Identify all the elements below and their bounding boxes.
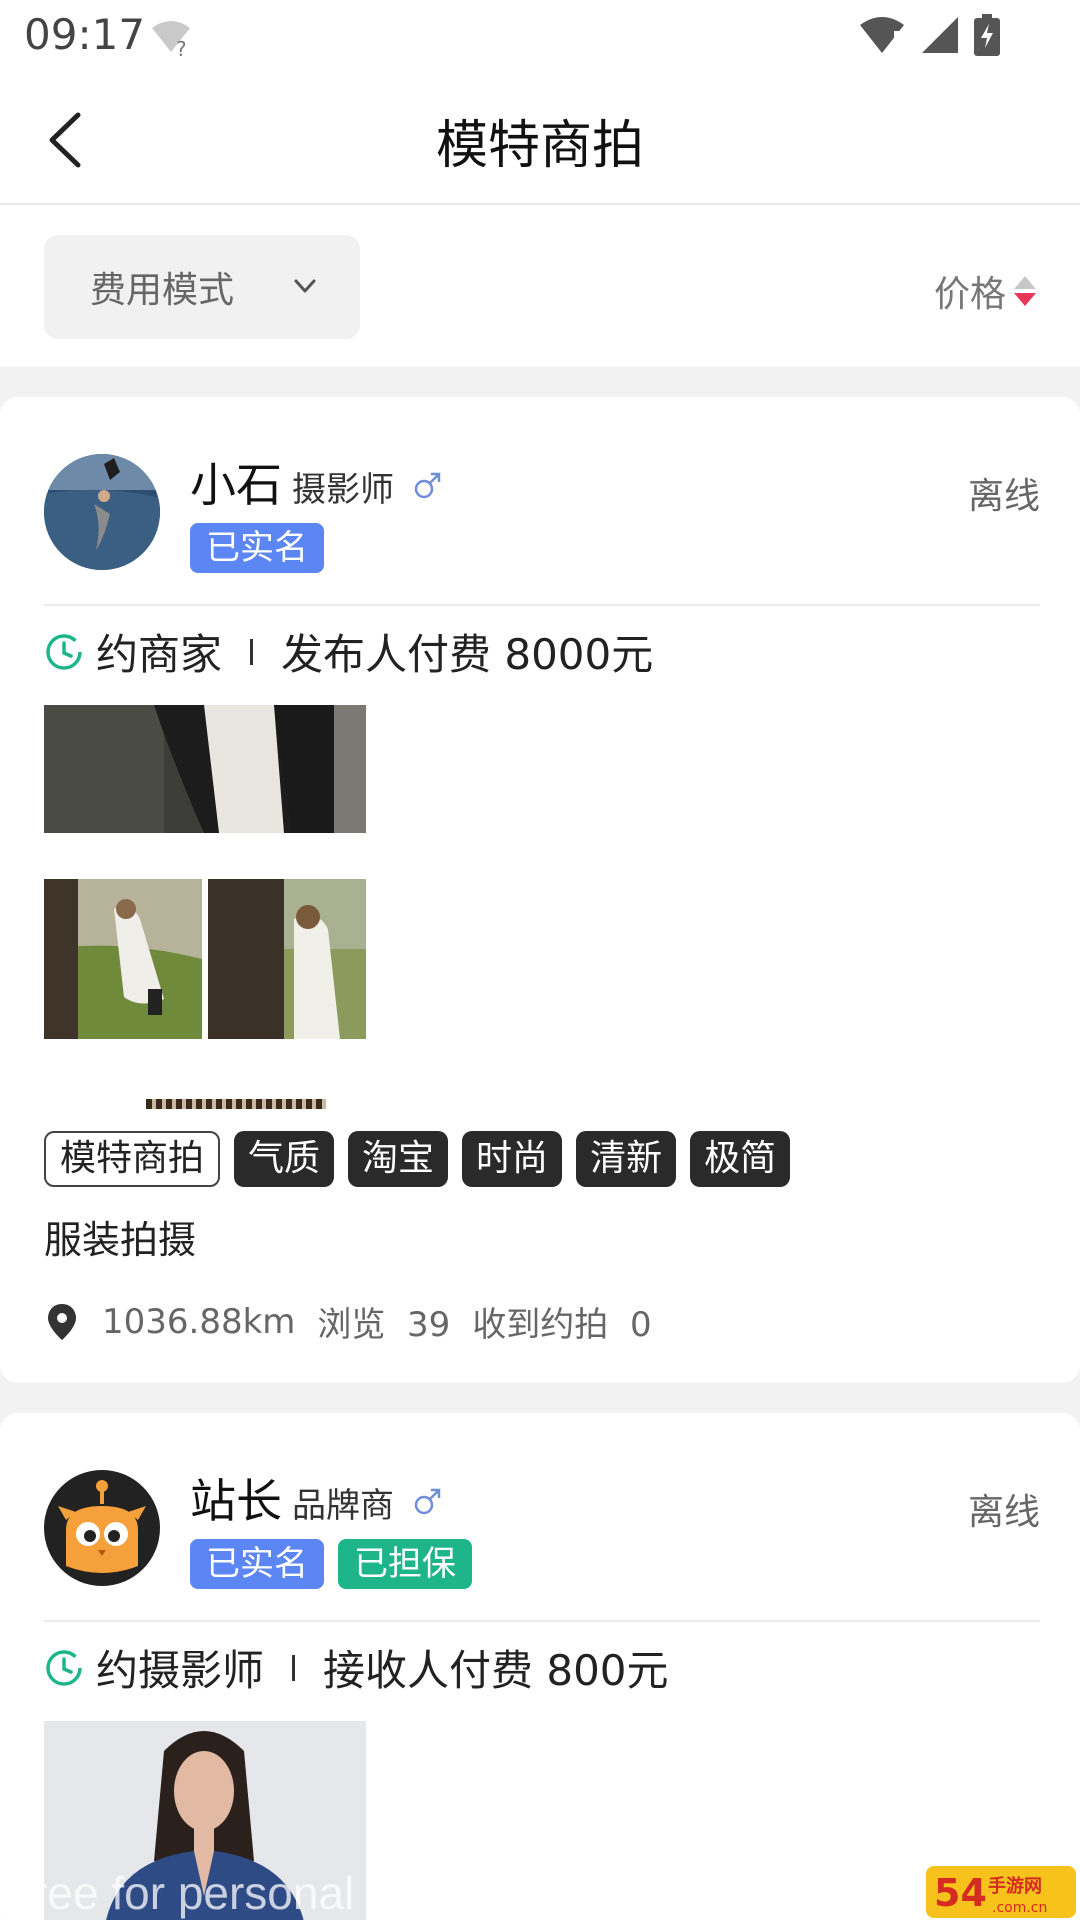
post-description: 服装拍摄 — [44, 1218, 197, 1262]
svg-text:.com.cn: .com.cn — [992, 1900, 1047, 1916]
tag-style[interactable]: 淘宝 — [348, 1131, 449, 1187]
fee-mode-label: 费用模式 — [90, 270, 235, 311]
payment-info: 发布人付费 8000元 — [281, 630, 654, 679]
tag-style[interactable]: 气质 — [234, 1131, 335, 1187]
price-label: 价格 — [933, 274, 1006, 315]
views-count: 39 — [407, 1305, 451, 1345]
filter-bar: 费用模式 价格 — [0, 205, 1080, 367]
clock-icon — [46, 1649, 82, 1686]
post-card[interactable]: 小石 摄影师 离线 已实名 约商家 发布人付费 8000元 模特商拍 气质 淘宝… — [0, 397, 1080, 1383]
order-type: 约商家 — [96, 630, 223, 679]
separator — [292, 1654, 296, 1681]
avatar[interactable] — [44, 454, 160, 570]
status-time: 09:17 — [24, 10, 146, 59]
badge-row: 已实名 — [190, 523, 324, 573]
separator — [250, 638, 254, 665]
app-header: 模特商拍 — [0, 75, 1080, 205]
price-sort-button[interactable]: 价格 — [934, 265, 1036, 317]
online-status: 离线 — [967, 1492, 1040, 1533]
post-photo[interactable] — [44, 705, 366, 833]
sort-icon — [1014, 276, 1036, 306]
wifi-unknown-icon: ? — [152, 21, 190, 58]
divider — [44, 1620, 1040, 1622]
views-stat: 浏览 39 — [317, 1297, 450, 1346]
verified-badge: 已实名 — [190, 523, 324, 573]
user-role: 摄影师 — [292, 470, 394, 510]
chevron-down-icon — [294, 279, 316, 293]
post-photo[interactable] — [208, 879, 366, 1039]
svg-text:54: 54 — [934, 1871, 987, 1915]
tag-style[interactable]: 清新 — [576, 1131, 677, 1187]
user-name: 站长 — [190, 1474, 282, 1528]
fee-mode-dropdown[interactable]: 费用模式 — [44, 235, 360, 339]
clock-icon — [46, 633, 82, 670]
tag-list: 模特商拍 气质 淘宝 时尚 清新 极简 — [44, 1131, 791, 1187]
wifi-alert-icon — [860, 17, 904, 53]
avatar[interactable] — [44, 1470, 160, 1586]
page-title: 模特商拍 — [435, 116, 644, 176]
tag-style[interactable]: 时尚 — [462, 1131, 563, 1187]
svg-text:?: ? — [176, 37, 187, 58]
watermark-text: Free for personal use — [4, 1867, 442, 1919]
tag-style[interactable]: 极简 — [690, 1131, 791, 1187]
post-photo[interactable] — [44, 879, 202, 1039]
divider — [44, 604, 1040, 606]
received-stat: 收到约拍 0 — [472, 1297, 651, 1346]
order-type: 约摄影师 — [96, 1646, 265, 1695]
tag-category[interactable]: 模特商拍 — [44, 1131, 221, 1187]
svg-text:手游网: 手游网 — [988, 1875, 1042, 1897]
battery-charging-icon — [974, 14, 1000, 56]
signal-icon — [922, 17, 958, 53]
male-icon — [414, 472, 441, 499]
post-card[interactable]: 站长 品牌商 离线 已实名 已担保 约摄影师 接收人付费 800元 — [0, 1413, 1080, 1920]
distance: 1036.88km — [102, 1301, 296, 1342]
user-info-row: 站长 品牌商 — [190, 1465, 442, 1531]
order-info: 约商家 发布人付费 8000元 — [44, 621, 653, 682]
site-logo-watermark: 54 手游网 .com.cn — [926, 1866, 1076, 1918]
verified-badge: 已实名 — [190, 1539, 324, 1589]
status-bar: 09:17 ? — [0, 0, 1080, 75]
user-info-row: 小石 摄影师 — [190, 449, 442, 515]
post-photo-strip[interactable] — [146, 1099, 326, 1109]
male-icon — [414, 1488, 441, 1515]
location-pin-icon — [48, 1303, 76, 1340]
user-name: 小石 — [190, 458, 282, 512]
badge-row: 已实名 已担保 — [190, 1539, 472, 1589]
received-count: 0 — [629, 1305, 652, 1345]
views-label: 浏览 — [317, 1305, 386, 1345]
post-stats: 1036.88km 浏览 39 收到约拍 0 — [44, 1297, 652, 1346]
payment-info: 接收人付费 800元 — [323, 1646, 669, 1695]
order-info: 约摄影师 接收人付费 800元 — [44, 1637, 669, 1698]
online-status: 离线 — [967, 476, 1040, 517]
guaranteed-badge: 已担保 — [338, 1539, 472, 1589]
received-label: 收到约拍 — [472, 1305, 609, 1345]
user-role: 品牌商 — [292, 1486, 394, 1526]
